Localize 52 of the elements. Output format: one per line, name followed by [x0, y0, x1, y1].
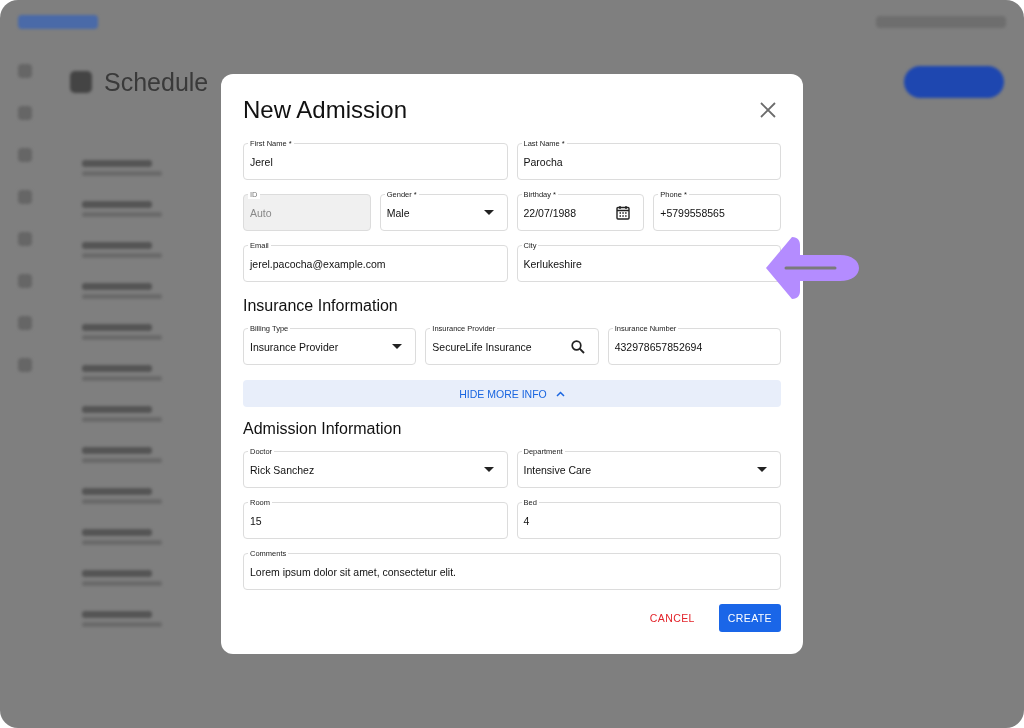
field-value: SecureLife Insurance: [432, 340, 533, 353]
dropdown-caret-icon: [483, 210, 494, 216]
calendar-icon[interactable]: [616, 205, 631, 221]
page-title: Schedule: [104, 67, 209, 97]
field-value: Kerlukeshire: [523, 257, 583, 270]
blurred-nav-icon[interactable]: [18, 316, 32, 330]
field-value: +5799558565: [660, 206, 726, 219]
dropdown-caret-icon: [392, 344, 403, 350]
blurred-text-line: [82, 365, 152, 372]
field-placeholder: Auto: [250, 206, 273, 219]
blurred-text-line: [82, 201, 152, 208]
field-value: Insurance Provider: [250, 340, 340, 353]
field-value: 22/07/1988: [523, 206, 578, 219]
blurred-text-line: [82, 160, 152, 167]
blurred-nav-icon[interactable]: [18, 232, 32, 246]
field-value: Male: [386, 206, 411, 219]
blurred-add-button[interactable]: [904, 66, 1004, 98]
blurred-text-line: [82, 283, 152, 290]
dialog-title: New Admission: [243, 96, 408, 125]
blurred-nav-icon[interactable]: [18, 358, 32, 372]
blurred-nav-icon[interactable]: [18, 274, 32, 288]
field-value: 4: [523, 514, 531, 527]
blurred-text-line: [82, 242, 152, 249]
blurred-text-line: [82, 529, 152, 536]
field-value: Jerel: [250, 155, 274, 168]
blurred-text-line: [82, 570, 152, 577]
blurred-nav-icon[interactable]: [18, 64, 32, 78]
field-value: jerel.pacocha@example.com: [250, 257, 387, 270]
hide-more-info-button[interactable]: HIDE MORE INFO: [243, 380, 781, 407]
field-value: 432978657852694: [614, 340, 704, 353]
field-value: Lorem ipsum dolor sit amet, consectetur elit.: [250, 565, 457, 578]
blurred-text-line: [82, 611, 152, 618]
search-icon[interactable]: [570, 339, 585, 354]
field-value: Rick Sanchez: [250, 463, 316, 476]
create-button[interactable]: CREATE: [718, 604, 781, 632]
section-heading: Insurance Information: [243, 297, 399, 316]
dropdown-caret-icon: [483, 467, 494, 472]
blurred-text-line: [82, 488, 152, 495]
blurred-text-line: [82, 447, 152, 454]
section-heading: Admission Information: [243, 420, 403, 438]
blurred-nav-icon[interactable]: [18, 148, 32, 162]
blurred-nav-icon[interactable]: [18, 106, 32, 120]
field-value: 15: [250, 514, 263, 527]
cancel-button[interactable]: CANCEL: [640, 604, 704, 632]
blurred-nav-icon[interactable]: [18, 190, 32, 204]
field-value: Parocha: [523, 155, 564, 168]
page-icon: [70, 71, 92, 93]
blurred-text-line: [82, 406, 152, 413]
field-value: Intensive Care: [523, 463, 593, 476]
blurred-text-line: [82, 324, 152, 331]
dropdown-caret-icon: [757, 467, 767, 472]
close-icon[interactable]: [759, 101, 777, 120]
